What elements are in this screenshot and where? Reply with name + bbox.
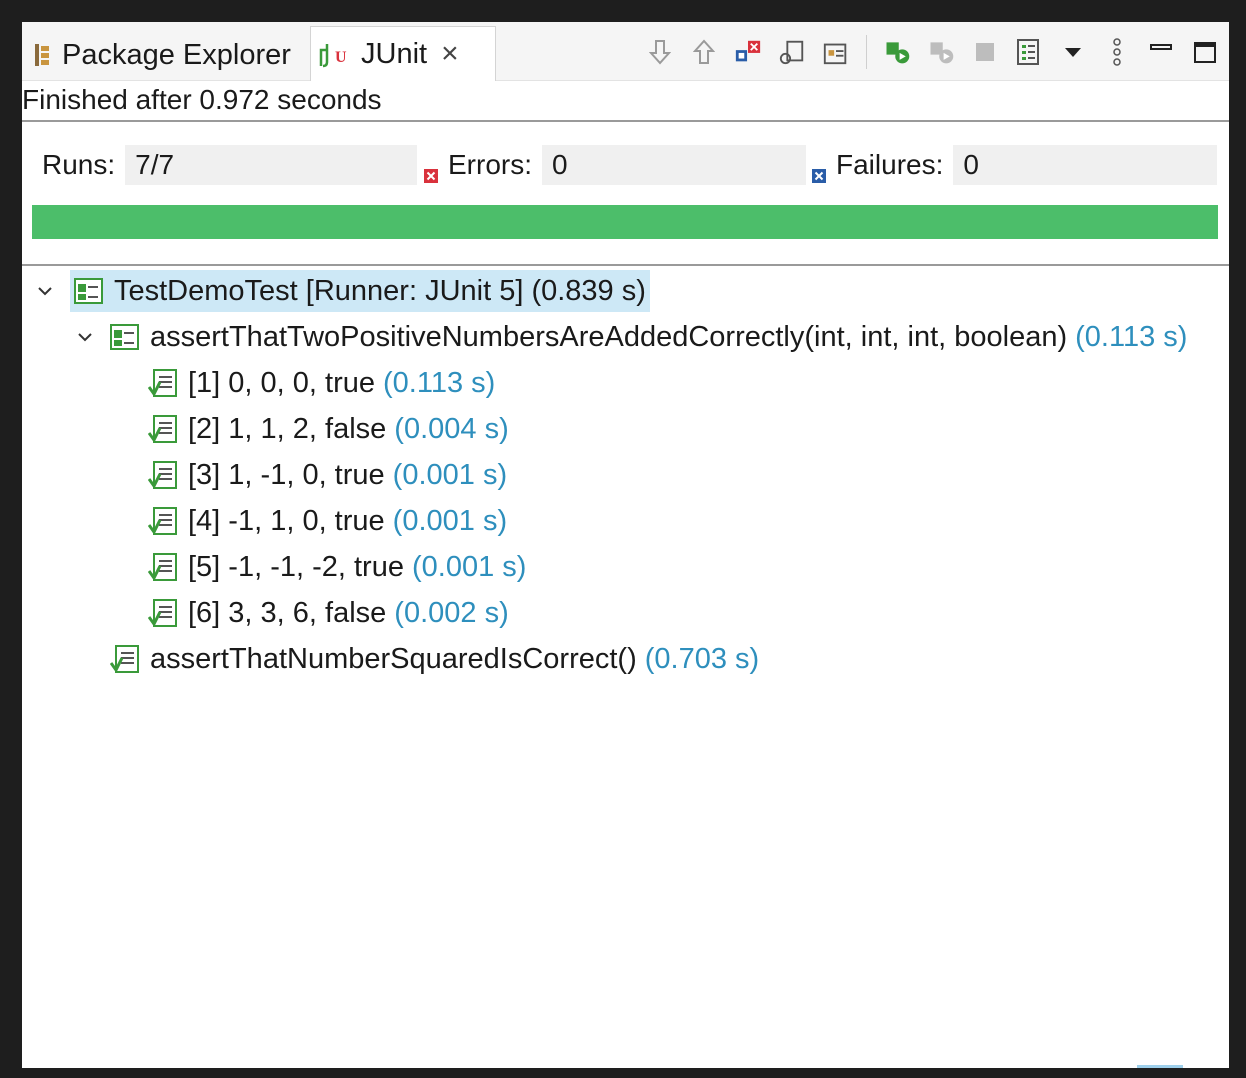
tree-row-time: (0.001 s) — [411, 550, 527, 583]
runs-counter: Runs: 7/7 — [42, 144, 418, 186]
run-status-text: Finished after 0.972 seconds — [22, 84, 382, 115]
stop-icon[interactable] — [971, 37, 999, 67]
view-menu-icon[interactable] — [1059, 37, 1087, 67]
divider — [22, 120, 1229, 122]
divider — [22, 264, 1229, 266]
tree-row-case[interactable]: [6] 3, 3, 6, false (0.002 s) — [148, 592, 509, 634]
more-options-icon[interactable] — [1103, 37, 1131, 67]
test-passed-icon — [148, 506, 178, 536]
tree-row-time: (0.001 s) — [392, 504, 508, 537]
package-explorer-icon — [32, 43, 54, 67]
runs-label: Runs: — [42, 149, 116, 180]
failure-icon — [812, 158, 826, 183]
tree-row-label: TestDemoTest [Runner: JUnit 5] (0.839 s) — [114, 274, 646, 307]
tab-junit[interactable]: U JUnit × — [310, 26, 496, 81]
tree-row-time: (0.703 s) — [644, 642, 760, 675]
show-failures-only-icon[interactable] — [734, 37, 762, 67]
error-icon — [424, 158, 438, 183]
next-failure-icon[interactable] — [646, 37, 674, 67]
test-passed-icon — [148, 598, 178, 628]
show-skipped-icon[interactable] — [822, 37, 850, 67]
tree-row-square-test[interactable]: assertThatNumberSquaredIsCorrect() (0.70… — [110, 638, 759, 680]
test-progress-bar — [32, 205, 1218, 239]
tree-row-case[interactable]: [5] -1, -1, -2, true (0.001 s) — [148, 546, 526, 588]
failures-counter: Failures: 0 — [812, 144, 1218, 186]
junit-icon: U — [317, 40, 353, 68]
tab-package-explorer[interactable]: Package Explorer — [32, 30, 291, 80]
tree-row-label: [4] -1, 1, 0, true — [188, 504, 385, 537]
tree-row-label: assertThatNumberSquaredIsCorrect() — [150, 642, 637, 675]
tab-label: JUnit — [361, 37, 428, 70]
tree-row-root[interactable]: TestDemoTest [Runner: JUnit 5] (0.839 s) — [34, 270, 650, 312]
previous-failure-icon[interactable] — [690, 37, 718, 67]
runs-value: 7/7 — [125, 145, 418, 185]
tree-row-label: [1] 0, 0, 0, true — [188, 366, 375, 399]
minimize-icon[interactable] — [1147, 37, 1175, 67]
tree-row-label: assertThatTwoPositiveNumbersAreAddedCorr… — [150, 320, 1068, 353]
test-passed-icon — [148, 460, 178, 490]
errors-counter: Errors: 0 — [424, 144, 806, 186]
chevron-down-icon[interactable] — [74, 331, 96, 343]
test-suite-passed-icon — [74, 277, 104, 305]
chevron-down-icon[interactable] — [34, 285, 56, 297]
tree-row-case[interactable]: [4] -1, 1, 0, true (0.001 s) — [148, 500, 507, 542]
tree-row-time: (0.002 s) — [394, 596, 509, 629]
tree-row-time: (0.001 s) — [392, 458, 508, 491]
tree-row-case[interactable]: [2] 1, 1, 2, false (0.004 s) — [148, 408, 509, 450]
test-suite-passed-icon — [110, 323, 140, 351]
tree-row-label: [3] 1, -1, 0, true — [188, 458, 385, 491]
scrollbar-hint — [1137, 1065, 1183, 1068]
test-passed-icon — [148, 368, 178, 398]
test-passed-icon — [148, 552, 178, 582]
rerun-icon[interactable] — [883, 37, 911, 67]
tree-row-param-test[interactable]: assertThatTwoPositiveNumbersAreAddedCorr… — [74, 316, 1187, 358]
toolbar-separator — [866, 35, 867, 69]
failures-label: Failures: — [836, 149, 944, 180]
view-toolbar — [646, 32, 1219, 72]
test-run-history-icon[interactable] — [1015, 37, 1043, 67]
tree-row-label: [6] 3, 3, 6, false — [188, 596, 387, 629]
tab-bar: Package Explorer U JUnit × — [22, 22, 1229, 81]
svg-text:U: U — [335, 49, 347, 66]
test-passed-icon — [148, 414, 178, 444]
close-tab-icon[interactable]: × — [441, 39, 459, 69]
rerun-failed-first-icon[interactable] — [927, 37, 955, 67]
junit-view: Package Explorer U JUnit × Finished afte… — [22, 22, 1229, 1068]
scroll-lock-icon[interactable] — [778, 37, 806, 67]
selected-row-highlight: TestDemoTest [Runner: JUnit 5] (0.839 s) — [70, 270, 650, 312]
tree-row-label: [5] -1, -1, -2, true — [188, 550, 404, 583]
tree-row-label: [2] 1, 1, 2, false — [188, 412, 387, 445]
maximize-icon[interactable] — [1191, 37, 1219, 67]
progress-fill — [32, 205, 1218, 239]
tree-row-time: (0.113 s) — [383, 366, 496, 399]
counters-row: Runs: 7/7 Errors: 0 Failures: 0 — [22, 144, 1229, 186]
tree-row-case[interactable]: [1] 0, 0, 0, true (0.113 s) — [148, 362, 495, 404]
errors-label: Errors: — [448, 149, 532, 180]
test-passed-icon — [110, 644, 140, 674]
tree-row-time: (0.113 s) — [1075, 320, 1188, 353]
tree-row-time: (0.004 s) — [394, 412, 509, 445]
tab-label: Package Explorer — [62, 38, 291, 71]
tree-row-case[interactable]: [3] 1, -1, 0, true (0.001 s) — [148, 454, 507, 496]
errors-value: 0 — [542, 145, 806, 185]
failures-value: 0 — [953, 145, 1218, 185]
